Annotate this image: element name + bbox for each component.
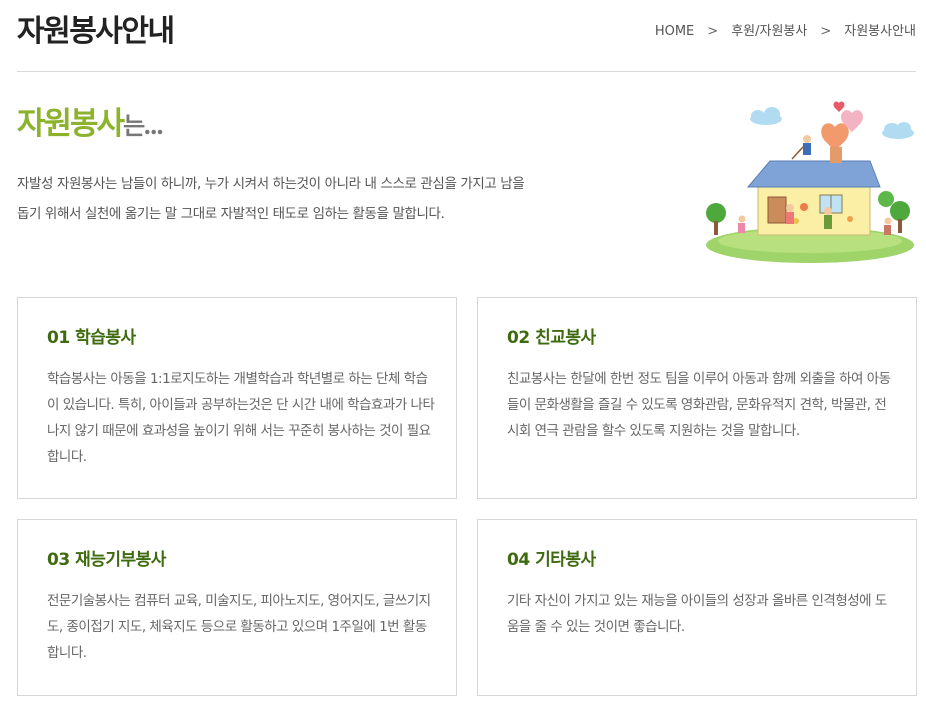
breadcrumb-current[interactable]: 자원봉사안내	[844, 22, 916, 42]
card-text: 친교봉사는 한달에 한번 정도 팀을 이루어 아동과 함께 외출을 하여 아동들…	[507, 371, 891, 439]
breadcrumb-home[interactable]: HOME	[655, 22, 694, 42]
card-learning-volunteer: 01 학습봉사 학습봉사는 아동을 1:1로지도하는 개별학습과 학년별로 하는…	[17, 297, 457, 499]
intro-heading-main: 자원봉사	[17, 106, 125, 142]
card-text: 기타 자신이 가지고 있는 재능을 아이들의 성장과 올바른 인격형성에 도움을…	[507, 593, 887, 635]
chevron-right-icon: >	[707, 24, 719, 39]
intro-text: 자발성 자원봉사는 남들이 하니까, 누가 시켜서 하는것이 아니라 내 스스로…	[17, 176, 525, 222]
card-text: 전문기술봉사는 컴퓨터 교육, 미술지도, 피아노지도, 영어지도, 글쓰기지도…	[47, 593, 431, 661]
card-title: 01 학습봉사	[47, 328, 136, 348]
card-title: 02 친교봉사	[507, 328, 596, 348]
card-friendship-volunteer: 02 친교봉사 친교봉사는 한달에 한번 정도 팀을 이루어 아동과 함께 외출…	[477, 297, 917, 499]
house-volunteers-illustration	[706, 101, 914, 263]
chevron-right-icon: >	[820, 24, 832, 39]
card-other-volunteer: 04 기타봉사 기타 자신이 가지고 있는 재능을 아이들의 성장과 올바른 인…	[477, 519, 917, 696]
intro-heading: 자원봉사는...	[17, 102, 164, 148]
card-text: 학습봉사는 아동을 1:1로지도하는 개별학습과 학년별로 하는 단체 학습이 …	[47, 371, 435, 465]
card-talent-donation-volunteer: 03 재능기부봉사 전문기술봉사는 컴퓨터 교육, 미술지도, 피아노지도, 영…	[17, 519, 457, 696]
breadcrumb: HOME > 후원/자원봉사 > 자원봉사안내	[655, 22, 916, 42]
header-divider	[17, 71, 916, 72]
page-title: 자원봉사안내	[17, 14, 175, 49]
card-title: 04 기타봉사	[507, 550, 596, 570]
card-title: 03 재능기부봉사	[47, 550, 166, 570]
breadcrumb-level1[interactable]: 후원/자원봉사	[731, 22, 807, 42]
intro-heading-suffix: 는...	[123, 111, 164, 140]
